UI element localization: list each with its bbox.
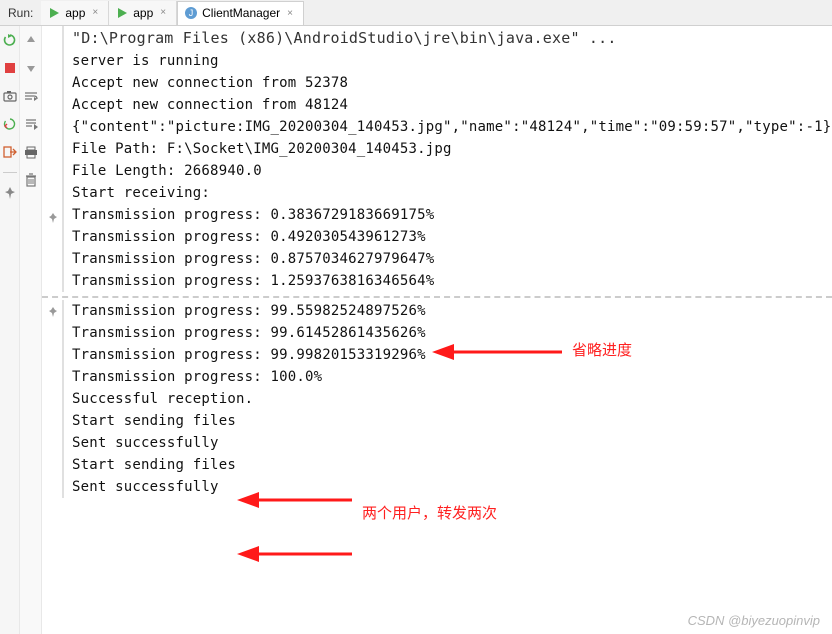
console-line: Sent successfully xyxy=(64,476,832,498)
console-tools-gutter xyxy=(20,26,42,634)
scroll-to-end-icon[interactable] xyxy=(23,116,39,132)
console-line: Transmission progress: 100.0% xyxy=(64,366,832,388)
java-class-icon: J xyxy=(184,6,198,20)
tab-label: app xyxy=(133,6,153,20)
rerun-icon[interactable] xyxy=(2,32,18,48)
console-line: server is running xyxy=(64,50,832,72)
console-line: Accept new connection from 48124 xyxy=(64,94,832,116)
console-line: Start sending files xyxy=(64,410,832,432)
run-toolbar: Run: app × app × J ClientManager × xyxy=(0,0,832,26)
console-line: File Length: 2668940.0 xyxy=(64,160,832,182)
console-line: {"content":"picture:IMG_20200304_140453.… xyxy=(64,116,832,138)
annotation-two-users-forward: 两个用户，转发两次 xyxy=(362,502,497,523)
console-line: Transmission progress: 1.259376381634656… xyxy=(64,270,832,292)
arrow-annotation-forward-2 xyxy=(237,542,357,566)
output-divider xyxy=(42,296,832,298)
tab-app-1[interactable]: app × xyxy=(41,1,109,25)
stop-icon[interactable] xyxy=(2,60,18,76)
console-output[interactable]: "D:\Program Files (x86)\AndroidStudio\jr… xyxy=(42,26,832,634)
console-line: File Path: F:\Socket\IMG_20200304_140453… xyxy=(64,138,832,160)
console-line: Successful reception. xyxy=(64,388,832,410)
block-gutter xyxy=(44,26,62,292)
pin-icon[interactable] xyxy=(45,304,61,320)
console-line: Start receiving: xyxy=(64,182,832,204)
console-line: Transmission progress: 99.99820153319296… xyxy=(64,344,832,366)
tab-clientmanager[interactable]: J ClientManager × xyxy=(177,1,304,25)
console-line: Start sending files xyxy=(64,454,832,476)
console-panel: "D:\Program Files (x86)\AndroidStudio\jr… xyxy=(0,26,832,634)
svg-text:J: J xyxy=(189,8,194,18)
run-actions-gutter xyxy=(0,26,20,634)
camera-icon[interactable] xyxy=(2,88,18,104)
console-line: Accept new connection from 52378 xyxy=(64,72,832,94)
arrow-up-icon[interactable] xyxy=(23,32,39,48)
console-line: Transmission progress: 0.49203054396127З… xyxy=(64,226,832,248)
close-icon[interactable]: × xyxy=(92,7,98,18)
pin-icon[interactable] xyxy=(45,210,61,226)
exit-icon[interactable] xyxy=(2,144,18,160)
play-triangle-icon xyxy=(47,6,61,20)
recycle-run-icon[interactable] xyxy=(2,116,18,132)
close-icon[interactable]: × xyxy=(287,8,293,19)
console-line: Transmission progress: 0.875703462797964… xyxy=(64,248,832,270)
divider xyxy=(3,172,17,173)
print-icon[interactable] xyxy=(23,144,39,160)
pin-icon[interactable] xyxy=(2,185,18,201)
wrap-icon[interactable] xyxy=(23,88,39,104)
console-line: Transmission progress: 0.383672918366917… xyxy=(64,204,832,226)
output-block-1: "D:\Program Files (x86)\AndroidStudio\jr… xyxy=(62,26,832,292)
tab-label: app xyxy=(65,6,85,20)
arrow-down-icon[interactable] xyxy=(23,60,39,76)
tab-app-2[interactable]: app × xyxy=(109,1,177,25)
tab-label: ClientManager xyxy=(202,6,280,20)
console-line: Transmission progress: 99.61452861435626… xyxy=(64,322,832,344)
play-triangle-icon xyxy=(115,6,129,20)
close-icon[interactable]: × xyxy=(160,7,166,18)
block-gutter xyxy=(44,300,62,498)
console-line: Sent successfully xyxy=(64,432,832,454)
trash-icon[interactable] xyxy=(23,172,39,188)
output-block-2: Transmission progress: 99.55982524897526… xyxy=(62,300,832,498)
console-line: Transmission progress: 99.55982524897526… xyxy=(64,300,832,322)
console-header-line: "D:\Program Files (x86)\AndroidStudio\jr… xyxy=(64,26,832,50)
run-label: Run: xyxy=(0,6,41,20)
watermark: CSDN @biyezuopinvip xyxy=(688,613,820,628)
